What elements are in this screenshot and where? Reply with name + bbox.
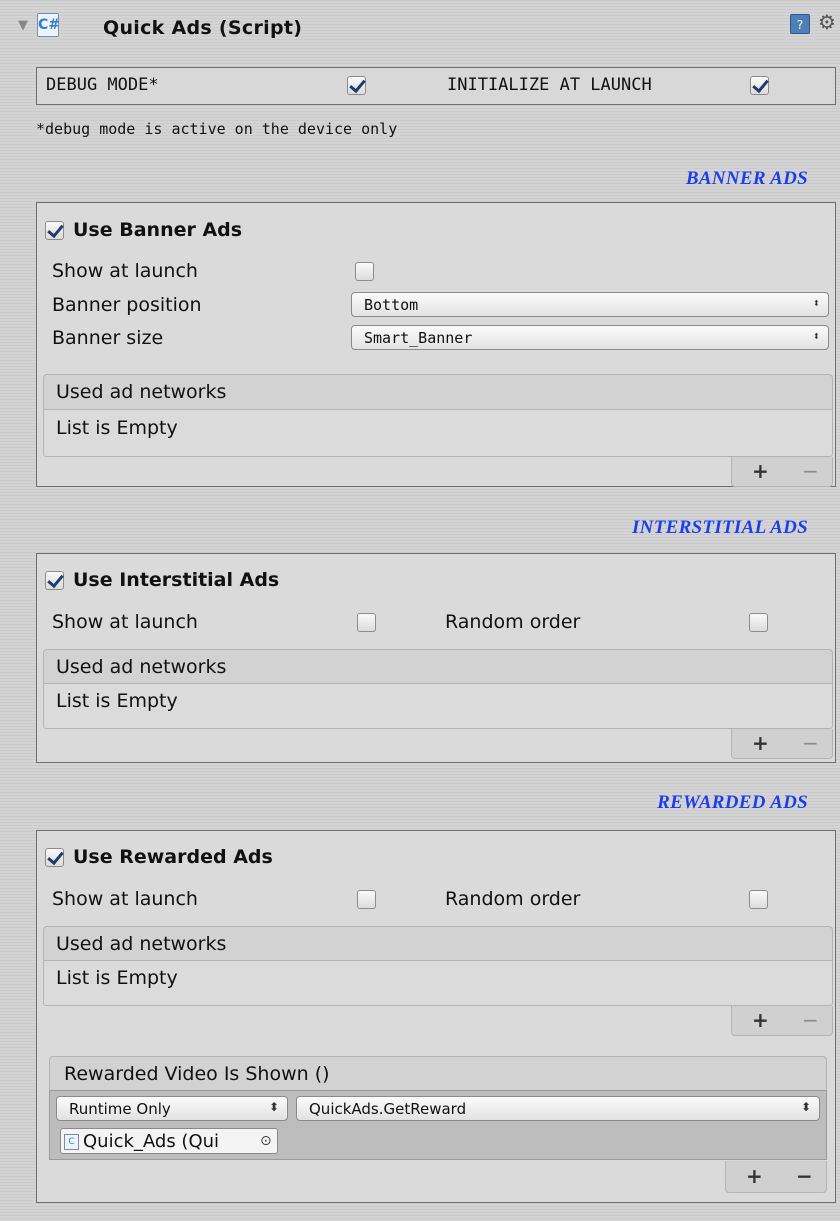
use-interstitial-ads-label: Use Interstitial Ads: [73, 569, 280, 591]
use-rewarded-ads-checkbox[interactable]: [45, 848, 64, 867]
banner-show-at-launch-checkbox[interactable]: [355, 262, 374, 281]
debug-mode-label: DEBUG MODE*: [46, 75, 159, 95]
interstitial-list-footer: + −: [731, 729, 833, 759]
banner-panel: Use Banner Ads Show at launch Banner pos…: [36, 202, 836, 487]
interstitial-add-network-button[interactable]: +: [752, 731, 769, 755]
debug-note: *debug mode is active on the device only: [36, 120, 398, 138]
banner-networks-list: List is Empty: [43, 409, 833, 457]
component-header: ▼ C# Quick Ads (Script) ? ⚙: [0, 0, 840, 60]
banner-remove-network-button[interactable]: −: [802, 459, 819, 483]
rewarded-random-order-checkbox[interactable]: [749, 890, 768, 909]
event-remove-listener-button[interactable]: −: [796, 1164, 813, 1188]
banner-size-label: Banner size: [52, 327, 164, 349]
interstitial-show-at-launch-label: Show at launch: [52, 611, 198, 633]
use-banner-ads-checkbox[interactable]: [45, 221, 64, 240]
help-icon[interactable]: ?: [790, 14, 810, 34]
interstitial-networks-header: Used ad networks: [43, 649, 833, 683]
rewarded-random-order-label: Random order: [445, 888, 581, 910]
rewarded-add-network-button[interactable]: +: [752, 1008, 769, 1032]
event-target-object-field[interactable]: C Quick_Ads (Qui ⊙: [60, 1128, 278, 1154]
dropdown-arrow-icon: ⬍: [268, 1100, 279, 1114]
script-icon: C#: [37, 13, 60, 37]
event-add-listener-button[interactable]: +: [746, 1164, 763, 1188]
interstitial-random-order-label: Random order: [445, 611, 581, 633]
banner-networks-header: Used ad networks: [43, 374, 833, 409]
event-function-dropdown[interactable]: QuickAds.GetReward ⬍: [296, 1096, 820, 1121]
use-rewarded-ads-label: Use Rewarded Ads: [73, 846, 273, 868]
use-banner-ads-label: Use Banner Ads: [73, 219, 243, 241]
rewarded-show-at-launch-checkbox[interactable]: [357, 890, 376, 909]
banner-add-network-button[interactable]: +: [752, 459, 769, 483]
interstitial-section-title: INTERSTITIAL ADS: [631, 517, 808, 538]
script-icon: C: [64, 1134, 79, 1150]
interstitial-show-at-launch-checkbox[interactable]: [357, 613, 376, 632]
initialize-at-launch-label: INITIALIZE AT LAUNCH: [447, 75, 652, 95]
interstitial-panel: Use Interstitial Ads Show at launch Rand…: [36, 553, 836, 763]
banner-size-dropdown[interactable]: Smart_Banner ⬍: [351, 325, 829, 350]
rewarded-section-title: REWARDED ADS: [657, 792, 808, 813]
object-picker-icon[interactable]: ⊙: [260, 1133, 272, 1149]
dropdown-arrow-icon: ⬍: [812, 329, 820, 343]
component-title: Quick Ads (Script): [103, 17, 303, 39]
rewarded-event-body: Runtime Only ⬍ QuickAds.GetReward ⬍ C Quic…: [49, 1090, 827, 1160]
fold-triangle-icon[interactable]: ▼: [18, 18, 28, 33]
rewarded-networks-list: List is Empty: [43, 960, 833, 1006]
rewarded-remove-network-button[interactable]: −: [802, 1008, 819, 1032]
debug-settings-row: DEBUG MODE* INITIALIZE AT LAUNCH: [36, 67, 836, 105]
banner-position-label: Banner position: [52, 294, 202, 316]
use-interstitial-ads-checkbox[interactable]: [45, 571, 64, 590]
rewarded-event-header: Rewarded Video Is Shown (): [49, 1056, 827, 1090]
gear-icon[interactable]: ⚙: [818, 10, 836, 34]
event-list-footer: + −: [725, 1161, 827, 1193]
dropdown-arrow-icon: ⬍: [800, 1100, 811, 1114]
rewarded-panel: Use Rewarded Ads Show at launch Random o…: [36, 830, 836, 1203]
banner-list-footer: + −: [731, 457, 833, 487]
banner-show-at-launch-label: Show at launch: [52, 260, 198, 282]
dropdown-arrow-icon: ⬍: [812, 296, 820, 310]
interstitial-networks-list: List is Empty: [43, 683, 833, 729]
event-runtime-dropdown[interactable]: Runtime Only ⬍: [56, 1096, 288, 1121]
interstitial-random-order-checkbox[interactable]: [749, 613, 768, 632]
debug-mode-checkbox[interactable]: [347, 76, 366, 95]
banner-section-title: BANNER ADS: [685, 168, 808, 189]
rewarded-networks-header: Used ad networks: [43, 926, 833, 960]
banner-position-dropdown[interactable]: Bottom ⬍: [351, 292, 829, 317]
interstitial-remove-network-button[interactable]: −: [802, 731, 819, 755]
initialize-at-launch-checkbox[interactable]: [750, 76, 769, 95]
rewarded-show-at-launch-label: Show at launch: [52, 888, 198, 910]
rewarded-list-footer: + −: [731, 1006, 833, 1036]
